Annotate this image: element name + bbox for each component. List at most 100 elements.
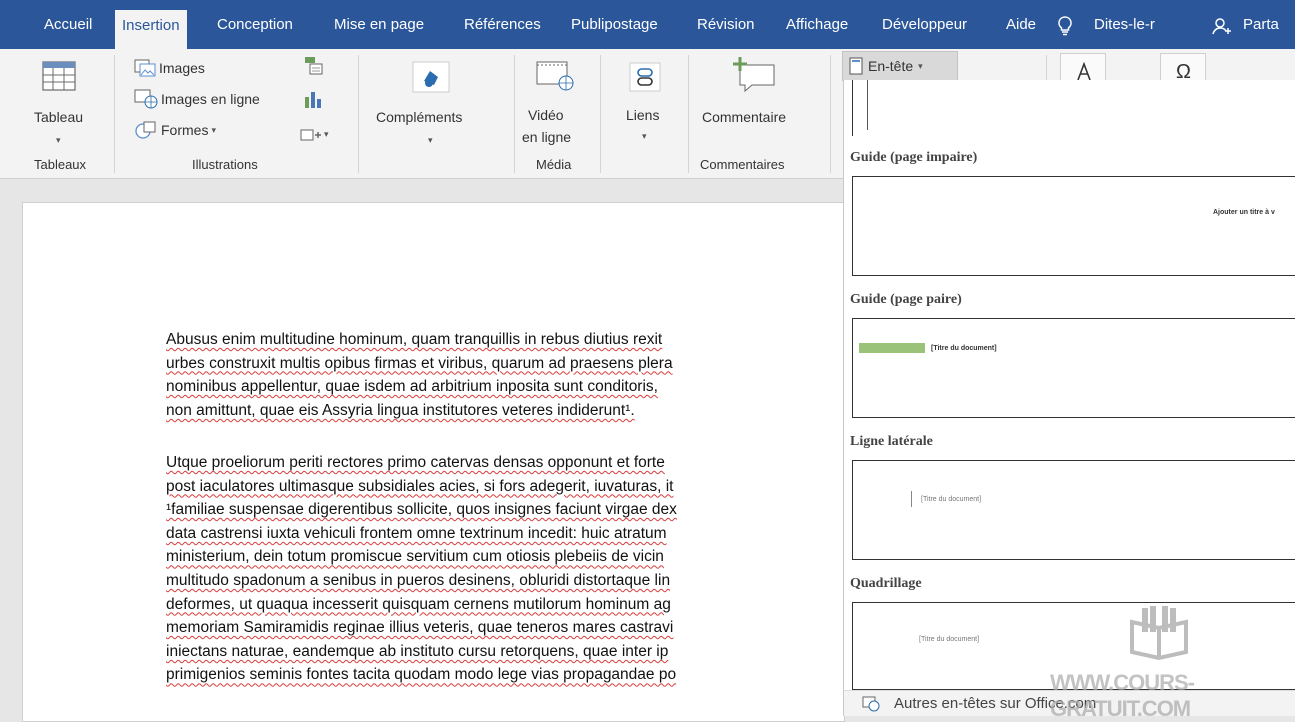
links-button[interactable]: Liens ▾	[612, 55, 682, 155]
header-label: En-tête	[868, 58, 914, 74]
chart-icon[interactable]	[302, 89, 324, 109]
tab-conception[interactable]: Conception	[210, 10, 300, 40]
thumb-sample-text: [Titre du document]	[921, 496, 982, 503]
comment-icon	[733, 57, 775, 93]
tab-developpeur[interactable]: Développeur	[875, 10, 974, 40]
addins-label: Compléments	[376, 109, 463, 125]
header-option-ligne-laterale[interactable]: [Titre du document]	[852, 460, 1295, 560]
tell-me-search[interactable]: Dites-le-r	[1087, 10, 1162, 40]
group-label-illustrations: Illustrations	[192, 157, 258, 172]
group-divider	[830, 55, 831, 173]
video-icon	[536, 61, 574, 91]
wordart-icon	[1077, 62, 1091, 81]
chevron-down-icon: ▾	[211, 124, 216, 135]
header-option-guide-paire[interactable]: [Titre du document]	[852, 318, 1295, 418]
tab-partager[interactable]: Parta	[1236, 10, 1286, 40]
watermark-book-icon	[1130, 606, 1188, 661]
link-icon	[629, 62, 661, 92]
section-title-ligne-laterale: Ligne latérale	[850, 434, 933, 449]
paragraph-2: Utque proeliorum periti rectores primo c…	[166, 451, 844, 687]
share-person-icon[interactable]	[1212, 17, 1232, 40]
ribbon-tab-bar: Accueil Insertion Conception Mise en pag…	[0, 0, 1295, 49]
shapes-label: Formes	[161, 122, 209, 138]
tab-publipostage[interactable]: Publipostage	[564, 10, 665, 40]
tab-mise-en-page[interactable]: Mise en page	[327, 10, 431, 40]
group-divider	[688, 55, 689, 173]
screenshot-button[interactable]: ▾	[300, 127, 329, 141]
chevron-down-icon: ▾	[56, 135, 61, 145]
text-line: deformes, ut quaqua incesserit quisquam …	[166, 595, 671, 613]
section-title-guide-impaire: Guide (page impaire)	[850, 150, 978, 165]
section-title-quadrillage: Quadrillage	[850, 576, 922, 591]
image-icon	[134, 59, 156, 77]
header-button[interactable]: En-tête ▾	[842, 51, 958, 81]
section-title-guide-paire: Guide (page paire)	[850, 292, 962, 307]
tab-affichage[interactable]: Affichage	[779, 10, 855, 40]
shapes-icon	[135, 121, 156, 139]
table-icon	[42, 61, 76, 91]
text-line: urbes construxit multis opibus firmas et…	[166, 354, 673, 372]
online-images-button[interactable]: Images en ligne	[134, 89, 260, 109]
paragraph-1: Abusus enim multitudine hominum, quam tr…	[166, 328, 844, 422]
header-gallery-dropdown: Guide (page impaire) Ajouter un titre à …	[843, 80, 1295, 716]
store-icon	[412, 61, 450, 93]
group-label-tableaux: Tableaux	[34, 157, 87, 172]
screenshot-icon	[300, 129, 321, 141]
text-line: ministerium, dein totum promiscue servit…	[166, 548, 664, 566]
group-divider	[514, 55, 515, 173]
group-divider	[114, 55, 115, 173]
header-option-partial[interactable]	[852, 80, 1295, 136]
images-button[interactable]: Images	[134, 59, 205, 77]
group-divider	[600, 55, 601, 173]
text-line: Utque proeliorum periti rectores primo c…	[166, 454, 665, 471]
group-label-media: Média	[536, 157, 572, 172]
text-line: memoriam Samiramidis reginae illius vete…	[166, 619, 674, 637]
header-option-guide-impaire[interactable]: Ajouter un titre à v	[852, 176, 1295, 276]
watermark-text: WWW.COURS-GRATUIT.COM	[1050, 670, 1195, 721]
sidebar-line	[867, 80, 868, 130]
text-line: nominibus appellentur, quae isdem ad arb…	[166, 378, 658, 396]
table-button[interactable]: Tableau ▾	[28, 55, 92, 155]
online-video-label-2: en ligne	[522, 129, 572, 145]
text-line: ¹familiae suspensae digerentibus sollici…	[166, 501, 677, 519]
text-line: multitudo spadonum a senibus in pueros d…	[166, 571, 671, 589]
text-line: data castrensi iuxta vehiculi frontem om…	[166, 524, 667, 542]
tab-insertion[interactable]: Insertion	[115, 10, 187, 49]
thumb-sample-text: [Titre du document]	[931, 345, 997, 352]
lightbulb-icon[interactable]	[1057, 16, 1073, 41]
group-divider	[1046, 55, 1047, 81]
green-accent-bar	[859, 343, 925, 353]
images-label: Images	[159, 60, 205, 76]
tab-revision[interactable]: Révision	[690, 10, 762, 40]
table-button-label: Tableau	[34, 109, 84, 125]
tab-references[interactable]: Références	[457, 10, 548, 40]
tab-accueil[interactable]: Accueil	[37, 10, 99, 40]
online-video-label-1: Vidéo	[528, 107, 564, 123]
chevron-down-icon: ▾	[918, 60, 923, 71]
sidebar-line	[911, 491, 912, 507]
document-area[interactable]: Abusus enim multitudine hominum, quam tr…	[0, 180, 845, 722]
text-line: Abusus enim multitudine hominum, quam tr…	[166, 331, 663, 348]
group-divider	[358, 55, 359, 173]
document-page[interactable]: Abusus enim multitudine hominum, quam tr…	[22, 202, 845, 722]
office-globe-icon	[862, 696, 880, 712]
addins-button[interactable]: Compléments ▾	[370, 55, 494, 155]
new-comment-label: Commentaire	[702, 109, 787, 125]
thumb-sample-text: [Titre du document]	[919, 636, 980, 643]
shapes-button[interactable]: Formes ▾	[134, 120, 216, 140]
online-image-icon	[134, 89, 158, 109]
chevron-down-icon: ▾	[642, 131, 647, 141]
thumb-sample-text: Ajouter un titre à v	[1213, 209, 1275, 216]
online-video-button[interactable]: Vidéo en ligne	[520, 55, 596, 155]
links-label: Liens	[626, 107, 660, 123]
text-line: primigenios seminis fontes tacita quodam…	[166, 666, 677, 684]
text-line: non amittunt, quae eis Assyria lingua in…	[166, 401, 635, 419]
new-comment-button[interactable]: Commentaire	[696, 53, 822, 153]
tab-aide[interactable]: Aide	[999, 10, 1043, 40]
chevron-down-icon: ▾	[324, 128, 329, 139]
group-label-commentaires: Commentaires	[700, 157, 785, 172]
smartart-icon[interactable]	[302, 55, 324, 77]
text-line: iniectans naturae, eandemque ab institut…	[166, 642, 669, 660]
chevron-down-icon: ▾	[428, 135, 433, 145]
text-line: post iaculatores ultimasque subsidiales …	[166, 477, 674, 495]
